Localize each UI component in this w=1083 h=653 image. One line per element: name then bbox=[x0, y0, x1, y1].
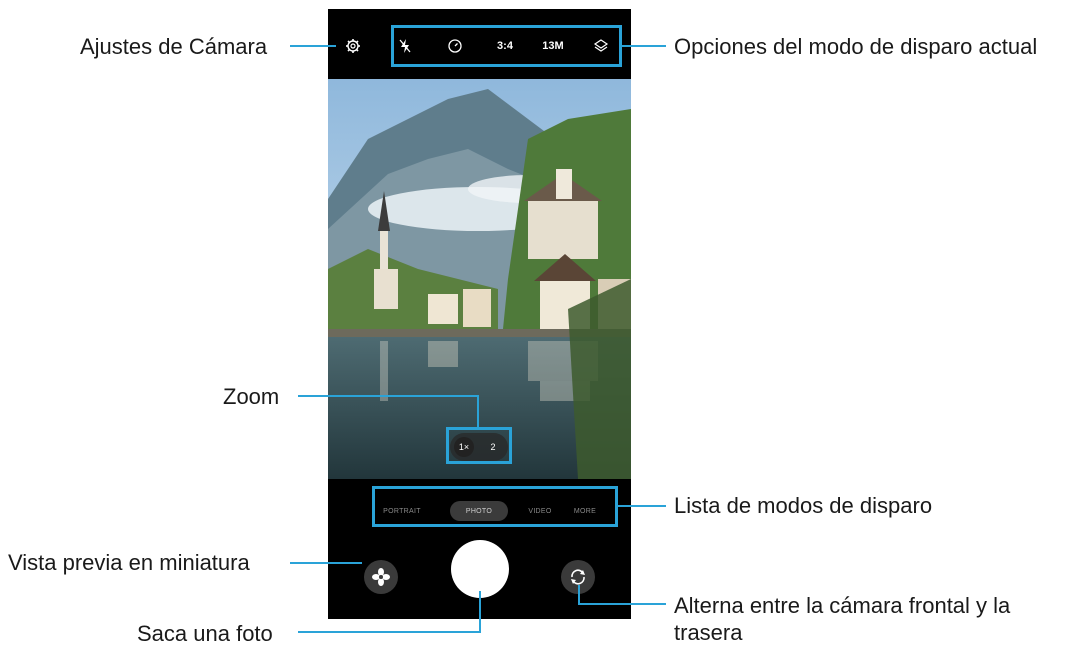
callout-zoom: Zoom bbox=[223, 384, 280, 409]
thumbnail-flower-icon bbox=[372, 568, 390, 586]
settings-line bbox=[290, 45, 336, 47]
options-line bbox=[622, 45, 666, 47]
switch-line-v bbox=[578, 585, 580, 605]
zoom-highlight bbox=[446, 427, 512, 464]
callout-settings: Ajustes de Cámara bbox=[80, 34, 268, 59]
callout-shooting-options: Opciones del modo de disparo actual bbox=[674, 34, 1038, 59]
settings-gear-icon[interactable] bbox=[344, 37, 362, 55]
callout-mode-list: Lista de modos de disparo bbox=[674, 493, 933, 518]
camera-screen: 3:4 13M 1× 2 PORTRAIT PHOTO VIDEO MORE bbox=[328, 9, 631, 619]
callout-switch-camera-line1: Alterna entre la cámara frontal y la bbox=[674, 593, 1011, 618]
callout-thumbnail: Vista previa en miniatura bbox=[8, 550, 250, 575]
switch-line-h bbox=[578, 603, 666, 605]
top-options-highlight bbox=[391, 25, 622, 67]
shutter-line-h bbox=[298, 631, 481, 633]
callout-switch-camera-line2: trasera bbox=[674, 620, 743, 645]
shutter-button[interactable] bbox=[451, 540, 509, 598]
thumbnail-preview[interactable] bbox=[364, 560, 398, 594]
shutter-line-v bbox=[479, 591, 481, 633]
zoom-line-h bbox=[298, 395, 478, 397]
zoom-line-v bbox=[477, 395, 479, 428]
modes-highlight bbox=[372, 486, 618, 527]
thumbnail-line bbox=[290, 562, 362, 564]
modes-line bbox=[618, 505, 666, 507]
callout-shutter: Saca una foto bbox=[137, 621, 273, 646]
viewfinder-landscape-image bbox=[328, 79, 631, 479]
